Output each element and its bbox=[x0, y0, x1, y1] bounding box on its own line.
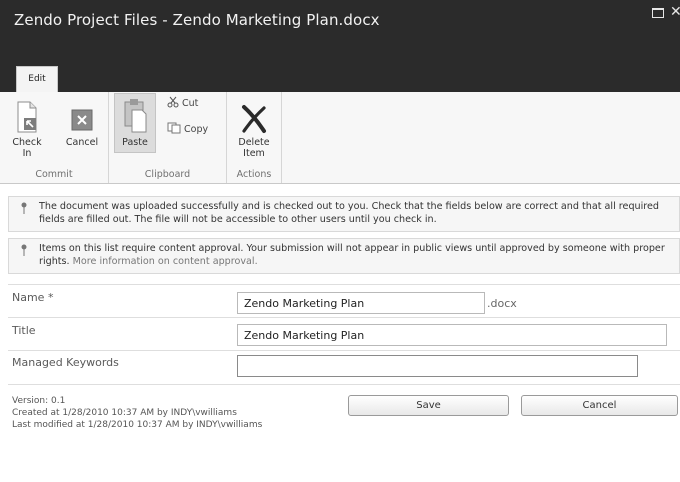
name-field[interactable] bbox=[237, 292, 485, 314]
cut-button[interactable]: Cut bbox=[167, 96, 198, 111]
tab-edit[interactable]: Edit bbox=[16, 66, 58, 93]
paste-icon bbox=[124, 99, 147, 133]
modified-text: Last modified at 1/28/2010 10:37 AM by I… bbox=[12, 420, 263, 430]
delete-label-2: Item bbox=[243, 148, 265, 159]
delete-label-1: Delete bbox=[238, 137, 270, 148]
form-divider bbox=[8, 350, 680, 351]
form-divider bbox=[8, 384, 680, 385]
version-text: Version: 0.1 bbox=[12, 396, 66, 406]
form-divider bbox=[8, 317, 680, 318]
clipboard-group-label: Clipboard bbox=[144, 169, 191, 180]
paste-label: Paste bbox=[122, 137, 148, 148]
file-extension: .docx bbox=[487, 297, 517, 310]
title-bar: Zendo Project Files - Zendo Marketing Pl… bbox=[0, 0, 680, 92]
check-in-button[interactable]: Check In bbox=[10, 100, 44, 159]
created-text: Created at 1/28/2010 10:37 AM by INDY\vw… bbox=[12, 408, 237, 418]
commit-group-label: Commit bbox=[35, 169, 73, 180]
ribbon: Check In Cancel Commit Clipboard Paste C… bbox=[0, 92, 680, 184]
paste-button[interactable]: Paste bbox=[116, 98, 154, 148]
form-divider bbox=[8, 284, 680, 285]
copy-icon bbox=[167, 122, 181, 137]
delete-item-button[interactable]: Delete Item bbox=[233, 104, 275, 159]
managed-keywords-field[interactable] bbox=[237, 355, 638, 377]
name-field-label: Name * bbox=[12, 291, 54, 304]
title-field[interactable] bbox=[237, 324, 667, 346]
maximize-icon[interactable] bbox=[652, 8, 664, 18]
save-button[interactable]: Save bbox=[348, 395, 509, 416]
content-approval-link[interactable]: More information on content approval. bbox=[73, 256, 258, 267]
check-in-icon bbox=[17, 101, 37, 133]
ribbon-group-actions: Delete Item Actions bbox=[227, 92, 282, 183]
cancel-checkout-label: Cancel bbox=[65, 137, 99, 148]
title-field-label: Title bbox=[12, 324, 36, 337]
info-pin-icon bbox=[21, 244, 27, 256]
ribbon-group-commit: Check In Cancel Commit bbox=[0, 92, 109, 183]
scissors-icon bbox=[167, 96, 179, 111]
keywords-field-label: Managed Keywords bbox=[12, 356, 119, 369]
info-pin-icon bbox=[21, 202, 27, 214]
cancel-button[interactable]: Cancel bbox=[521, 395, 678, 416]
copy-button[interactable]: Copy bbox=[167, 122, 208, 137]
cut-label: Cut bbox=[182, 98, 199, 109]
delete-x-icon bbox=[242, 105, 266, 133]
copy-label: Copy bbox=[184, 124, 209, 135]
check-in-label-2: In bbox=[22, 148, 32, 159]
check-in-label-1: Check bbox=[12, 137, 42, 148]
cancel-checkout-button[interactable]: Cancel bbox=[62, 100, 102, 148]
window-title: Zendo Project Files - Zendo Marketing Pl… bbox=[14, 11, 380, 29]
cancel-icon bbox=[71, 109, 93, 131]
content-approval-notice: Items on this list require content appro… bbox=[8, 238, 680, 274]
upload-success-text: The document was uploaded successfully a… bbox=[39, 201, 659, 225]
upload-success-notice: The document was uploaded successfully a… bbox=[8, 196, 680, 232]
actions-group-label: Actions bbox=[236, 169, 272, 180]
close-icon[interactable]: ✕ bbox=[670, 4, 680, 20]
version-info: Version: 0.1 Created at 1/28/2010 10:37 … bbox=[12, 395, 262, 431]
